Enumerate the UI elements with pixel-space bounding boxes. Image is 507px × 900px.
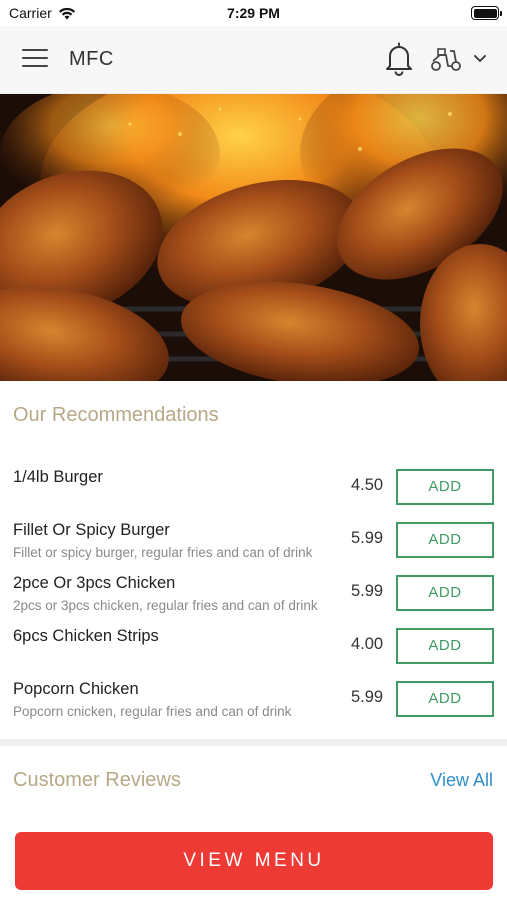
section-divider [0, 739, 507, 746]
view-all-link[interactable]: View All [430, 770, 493, 791]
battery-icon [471, 6, 502, 20]
item-name: Popcorn Chicken [13, 680, 139, 698]
hamburger-icon[interactable] [22, 49, 48, 71]
menu-item: 6pcs Chicken Strips 4.00 ADD [0, 619, 507, 672]
item-price: 5.99 [351, 582, 384, 600]
app-header: MFC [0, 26, 507, 94]
item-price: 5.99 [351, 529, 384, 547]
item-description: Popcorn cnicken, regular fries and can o… [13, 704, 292, 719]
item-price: 5.99 [351, 688, 384, 706]
add-button[interactable]: ADD [396, 575, 494, 611]
recommendations-title: Our Recommendations [13, 404, 219, 426]
add-button[interactable]: ADD [396, 628, 494, 664]
item-name: 6pcs Chicken Strips [13, 627, 159, 645]
app-title: MFC [69, 48, 114, 70]
item-name: Fillet Or Spicy Burger [13, 521, 170, 539]
status-time: 7:29 PM [227, 5, 280, 21]
menu-item: Fillet Or Spicy Burger Fillet or spicy b… [0, 513, 507, 566]
add-button[interactable]: ADD [396, 522, 494, 558]
item-price: 4.50 [351, 476, 384, 494]
menu-item: 1/4lb Burger 4.50 ADD [0, 460, 507, 513]
status-bar: Carrier 7:29 PM [0, 0, 507, 26]
add-button[interactable]: ADD [396, 681, 494, 717]
recommendations-list: 1/4lb Burger 4.50 ADD Fillet Or Spicy Bu… [0, 460, 507, 725]
menu-item: 2pce Or 3pcs Chicken 2pcs or 3pcs chicke… [0, 566, 507, 619]
scooter-icon[interactable] [430, 46, 462, 72]
menu-item: Popcorn Chicken Popcorn cnicken, regular… [0, 672, 507, 725]
item-description: Fillet or spicy burger, regular fries an… [13, 545, 313, 560]
reviews-title: Customer Reviews [13, 769, 181, 791]
bell-icon[interactable] [384, 42, 414, 76]
item-description: 2pcs or 3pcs chicken, regular fries and … [13, 598, 318, 613]
hero-banner [0, 94, 507, 381]
item-price: 4.00 [351, 635, 384, 653]
item-name: 1/4lb Burger [13, 468, 103, 486]
chevron-down-icon[interactable] [472, 52, 488, 66]
item-name: 2pce Or 3pcs Chicken [13, 574, 176, 592]
view-menu-button[interactable]: VIEW MENU [15, 832, 493, 890]
grilled-chicken-wings-photo [0, 94, 507, 381]
add-button[interactable]: ADD [396, 469, 494, 505]
